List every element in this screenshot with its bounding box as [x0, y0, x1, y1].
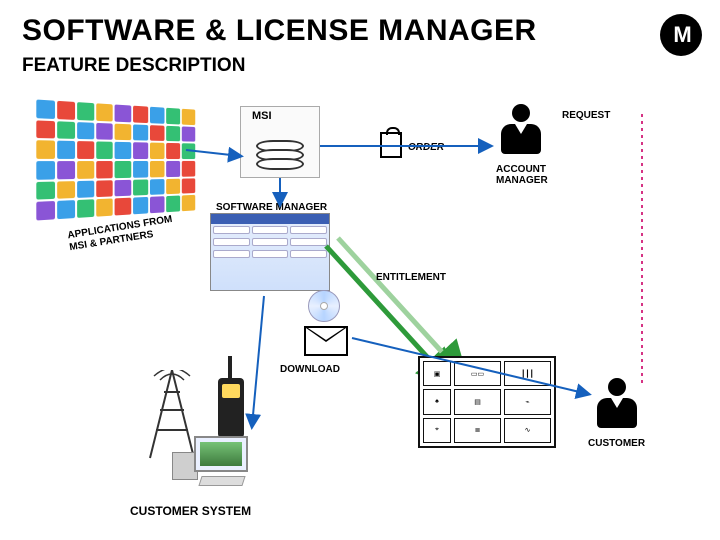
- entitlement-label: ENTITLEMENT: [376, 272, 446, 283]
- app-tile: [36, 181, 55, 200]
- customer-system-label: CUSTOMER SYSTEM: [130, 504, 251, 518]
- app-tile: [57, 181, 75, 199]
- app-tile: [36, 99, 55, 118]
- entitlement-to-customer-arrow: [352, 330, 602, 410]
- app-tile: [150, 161, 165, 177]
- app-tile: [97, 180, 114, 198]
- app-tile: [77, 102, 94, 120]
- app-tile: [77, 161, 94, 179]
- dash-cell: ≣: [454, 418, 501, 443]
- app-tile: [36, 161, 55, 179]
- msi-label: MSI: [252, 110, 272, 122]
- customer-system-pc-icon: [176, 436, 256, 492]
- account-manager-label: ACCOUNT MANAGER: [496, 164, 548, 186]
- app-tile: [166, 178, 180, 194]
- app-tile: [36, 201, 55, 220]
- app-tile: [133, 106, 148, 123]
- request-dotted-line: [636, 114, 676, 394]
- account-manager-icon: [498, 104, 544, 160]
- app-tile: [150, 143, 165, 159]
- app-tile: [77, 122, 94, 140]
- app-tile: [115, 104, 131, 122]
- app-tile: [97, 161, 114, 178]
- app-tile: [133, 161, 148, 178]
- handheld-radio-icon: [218, 378, 244, 438]
- app-tile: [97, 103, 114, 121]
- motorola-logo: M: [660, 14, 702, 56]
- app-tile: [182, 109, 196, 125]
- app-tile: [57, 101, 75, 120]
- applications-from-label: APPLICATIONS FROM MSI & PARTNERS: [67, 214, 175, 254]
- page-title: SOFTWARE & LICENSE MANAGER: [22, 14, 537, 48]
- apps-to-msi-arrow: [186, 140, 256, 180]
- app-tile: [57, 141, 75, 159]
- order-arrow: [320, 136, 500, 156]
- app-tile: [77, 141, 94, 159]
- application-wall-graphic: [36, 99, 195, 220]
- app-tile: [115, 161, 131, 178]
- app-tile: [182, 178, 196, 194]
- app-tile: [57, 161, 75, 179]
- app-tile: [150, 125, 165, 141]
- app-tile: [36, 141, 55, 159]
- download-arrow: [248, 296, 318, 436]
- database-icon: [256, 140, 304, 167]
- app-tile: [97, 199, 114, 217]
- msi-to-swm-arrow: [270, 178, 290, 214]
- app-tile: [133, 143, 148, 159]
- app-tile: [57, 121, 75, 139]
- app-tile: [115, 123, 131, 140]
- app-tile: [115, 179, 131, 196]
- app-tile: [57, 200, 75, 219]
- dash-cell: ∿: [504, 418, 551, 443]
- app-tile: [166, 161, 180, 177]
- app-tile: [166, 143, 180, 159]
- app-tile: [115, 142, 131, 159]
- app-tile: [133, 197, 148, 214]
- page-subtitle: FEATURE DESCRIPTION: [22, 55, 245, 77]
- app-tile: [97, 142, 114, 159]
- app-tile: [115, 198, 131, 216]
- request-label: REQUEST: [562, 110, 610, 121]
- app-tile: [77, 200, 94, 218]
- app-tile: [150, 107, 165, 124]
- app-tile: [133, 179, 148, 196]
- app-tile: [150, 197, 165, 214]
- app-tile: [182, 195, 196, 211]
- app-tile: [166, 196, 180, 212]
- app-tile: [133, 124, 148, 141]
- app-tile: [77, 180, 94, 198]
- app-tile: [36, 120, 55, 139]
- dash-side-icon: ⌖: [423, 418, 451, 443]
- app-tile: [97, 123, 114, 141]
- app-tile: [166, 125, 180, 141]
- customer-label: CUSTOMER: [588, 438, 645, 449]
- app-tile: [166, 108, 180, 124]
- app-tile: [150, 179, 165, 195]
